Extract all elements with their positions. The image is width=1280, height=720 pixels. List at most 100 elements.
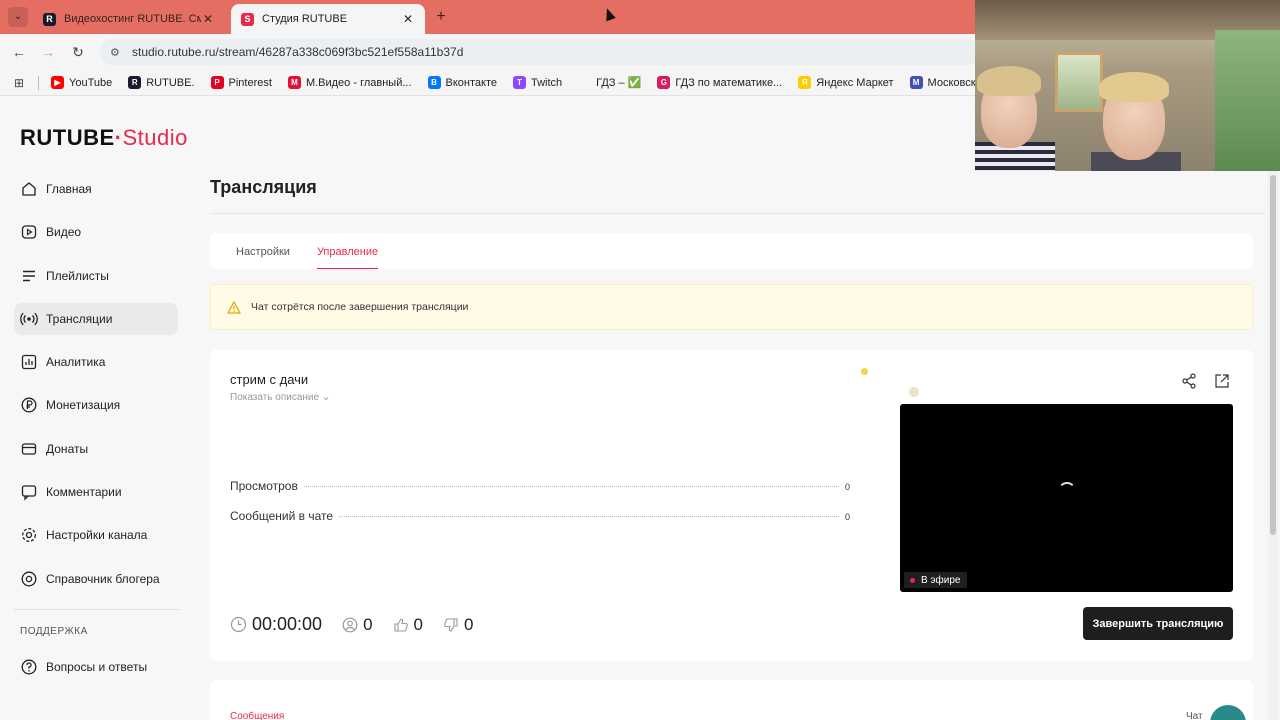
gdz-math-icon: G xyxy=(657,76,671,89)
yandex-market-icon: Я xyxy=(798,76,812,89)
video-icon xyxy=(20,223,38,241)
bookmark-label: Pinterest xyxy=(228,76,272,89)
gdz-icon xyxy=(578,76,592,89)
bookmark-item[interactable]: R RUTUBE. xyxy=(128,76,195,89)
analytics-icon xyxy=(20,353,38,371)
close-tab-icon[interactable]: ✕ xyxy=(401,12,415,26)
reload-icon[interactable]: ↻ xyxy=(69,43,87,61)
bookmarks-divider xyxy=(38,75,39,90)
chat-support-icon[interactable] xyxy=(1210,705,1246,720)
webcam-person-hair xyxy=(977,66,1041,96)
sidebar: Главная Видео Плейлисты Трансляции Аналитика… xyxy=(14,173,180,694)
bookmark-label: Яндекс Маркет xyxy=(816,76,894,89)
site-info-icon[interactable]: ⚙ xyxy=(110,46,124,59)
rutube-studio-app: RUTUBE·Studio Главная Видео Плейлисты Транс… xyxy=(0,97,1280,720)
dislikes-counter: 0 xyxy=(443,615,473,635)
webcam-overlay xyxy=(975,0,1280,171)
tab-title: Студия RUTUBE xyxy=(262,13,348,25)
chat-warning-banner: Чат сотрётся после завершения трансляции xyxy=(210,284,1253,330)
browser-tab-rutube[interactable]: R Видеохостинг RUTUBE. Смотри ✕ xyxy=(33,4,225,34)
sidebar-item-analytics[interactable]: Аналитика xyxy=(14,346,178,378)
live-dot-icon xyxy=(910,577,915,583)
bookmark-item[interactable]: ГДЗ – ✅ xyxy=(578,76,641,89)
sidebar-item-faq[interactable]: Вопросы и ответы xyxy=(14,651,178,683)
sidebar-item-video[interactable]: Видео xyxy=(14,216,178,248)
sidebar-item-comments[interactable]: Комментарии xyxy=(14,476,178,508)
sidebar-item-playlist[interactable]: Плейлисты xyxy=(14,260,178,292)
apps-grid-icon[interactable]: ⊞ xyxy=(14,76,28,90)
tab-settings[interactable]: Настройки xyxy=(236,233,290,269)
settings-icon xyxy=(20,526,38,544)
sidebar-item-monetization[interactable]: Монетизация xyxy=(14,389,178,421)
logo-dot: · xyxy=(114,125,123,150)
browser-tab-studio[interactable]: S Студия RUTUBE ✕ xyxy=(231,4,425,34)
new-tab-icon[interactable]: + xyxy=(432,8,450,26)
bookmark-item[interactable]: В Вконтакте xyxy=(427,76,497,89)
studio-favicon-icon: S xyxy=(241,12,254,26)
live-badge-text: В эфире xyxy=(921,574,961,586)
sidebar-item-label: Главная xyxy=(46,182,92,196)
show-description-link[interactable]: Показать описание ⌄ xyxy=(230,392,330,403)
bookmark-item[interactable]: ▶ YouTube xyxy=(51,76,112,89)
open-external-icon[interactable] xyxy=(1213,372,1231,390)
thumbs-down-icon xyxy=(443,617,459,633)
chat-messages-value: 0 xyxy=(844,512,850,522)
stream-title: стрим с дачи xyxy=(230,372,309,387)
duration-counter: 00:00:00 xyxy=(230,614,322,635)
end-stream-button[interactable]: Завершить трансляцию xyxy=(1083,607,1233,640)
sidebar-item-label: Вопросы и ответы xyxy=(46,659,148,674)
webcam-doorway xyxy=(1215,30,1280,171)
twitch-icon: T xyxy=(512,76,526,89)
forward-icon[interactable]: → xyxy=(39,43,57,61)
support-section-title: ПОДДЕРЖКА xyxy=(20,625,88,637)
mesh-icon: M xyxy=(909,76,923,89)
sidebar-item-label: Справочник блогера xyxy=(46,571,160,586)
close-tab-icon[interactable]: ✕ xyxy=(201,12,215,26)
bookmark-label: YouTube xyxy=(69,76,113,89)
sidebar-item-help[interactable]: Справочник блогера xyxy=(14,563,178,595)
chat-messages-stat: Сообщений в чате 0 xyxy=(230,509,850,523)
page-scrollbar[interactable] xyxy=(1268,171,1278,720)
bookmark-label: Twitch xyxy=(530,76,563,89)
bookmark-item[interactable]: T Twitch xyxy=(512,76,563,89)
chat-label: Чат xyxy=(1186,711,1203,720)
sparkle-decoration xyxy=(909,387,919,397)
scrollbar-thumb[interactable] xyxy=(1270,175,1276,535)
bookmark-item[interactable]: Я Яндекс Маркет xyxy=(798,76,894,89)
address-bar[interactable]: ⚙ studio.rutube.ru/stream/46287a338c069f… xyxy=(100,39,980,65)
help-icon xyxy=(20,570,38,588)
dotted-leader xyxy=(303,486,839,487)
rutube-studio-logo[interactable]: RUTUBE·Studio xyxy=(20,125,188,151)
views-value: 0 xyxy=(844,482,850,492)
faq-icon xyxy=(20,658,38,676)
share-icon[interactable] xyxy=(1180,372,1198,390)
warning-icon xyxy=(227,300,241,314)
bookmark-label: ГДЗ – ✅ xyxy=(596,77,642,89)
bookmark-item[interactable]: G ГДЗ по математике... xyxy=(657,76,782,89)
tab-title: Видеохостинг RUTUBE. Смотри xyxy=(64,13,201,25)
sidebar-item-label: Монетизация xyxy=(46,398,121,413)
tab-search-button[interactable]: ⌄ xyxy=(8,7,28,27)
home-icon xyxy=(20,180,38,198)
sidebar-item-broadcast[interactable]: Трансляции xyxy=(14,302,178,335)
duration-value: 00:00:00 xyxy=(252,614,323,634)
sidebar-item-settings[interactable]: Настройки канала xyxy=(14,519,178,551)
sidebar-item-home[interactable]: Главная xyxy=(14,173,178,205)
sidebar-item-donate[interactable]: Донаты xyxy=(14,433,178,465)
rutube-icon: R xyxy=(128,76,142,89)
tab-management[interactable]: Управление xyxy=(316,233,379,269)
bookmark-item[interactable]: P Pinterest xyxy=(210,76,272,89)
monetization-icon xyxy=(20,396,38,414)
stream-preview-player[interactable]: В эфире xyxy=(900,404,1233,592)
comments-icon xyxy=(20,483,38,501)
bookmark-item[interactable]: М М.Видео - главный... xyxy=(287,76,412,89)
donate-icon xyxy=(20,440,38,458)
back-icon[interactable]: ← xyxy=(10,43,28,61)
bookmark-label: Вконтакте xyxy=(445,76,497,89)
sidebar-item-label: Донаты xyxy=(46,441,89,456)
webcam-person-hair xyxy=(1099,72,1169,102)
webcam-window xyxy=(1055,52,1103,112)
messages-label[interactable]: Сообщения xyxy=(230,711,284,720)
loading-spinner-icon xyxy=(1058,482,1076,500)
vk-icon: В xyxy=(427,76,441,89)
